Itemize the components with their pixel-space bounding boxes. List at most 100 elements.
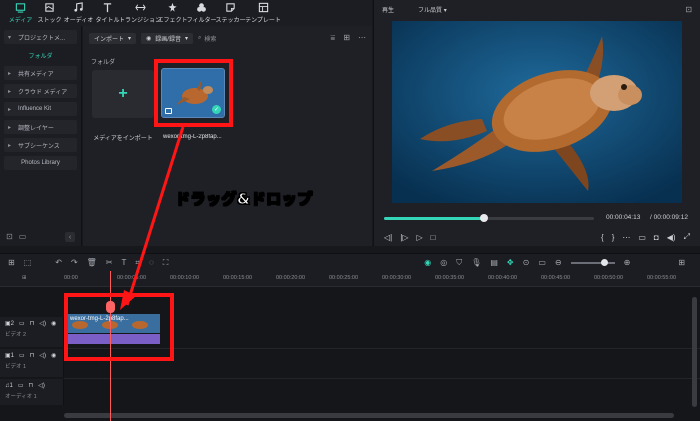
playback-scrubber[interactable] xyxy=(384,214,594,222)
grid-icon[interactable]: ⊞ xyxy=(8,258,15,267)
add-track-icon[interactable]: ⊞ xyxy=(22,275,27,281)
volume-icon[interactable]: ◁) xyxy=(39,320,46,327)
record-dropdown[interactable]: ◉ 録画/録音 ▾ xyxy=(141,32,193,44)
track-header-video-2: ▣2 ▭ ⊓ ◁) ◉ ビデオ 2 xyxy=(0,317,64,347)
lock-icon[interactable]: ⊓ xyxy=(29,382,34,389)
step-back-icon[interactable]: ◁| xyxy=(384,233,392,242)
tab-title[interactable]: タイトル xyxy=(93,0,122,26)
sidebar-item-shared-media[interactable]: ▸ 共有メディア xyxy=(4,66,77,80)
collapse-sidebar-button[interactable]: ‹ xyxy=(65,232,75,242)
volume-icon[interactable]: ◁) xyxy=(38,382,45,389)
select-tool-icon[interactable]: ⬚ xyxy=(24,258,32,267)
folder-icon[interactable]: ▭ xyxy=(19,232,27,242)
more-icon[interactable]: ⋯ xyxy=(358,33,366,43)
undo-icon[interactable]: ↶ xyxy=(55,258,62,267)
filter-icon xyxy=(197,3,206,12)
search-placeholder: 検索 xyxy=(204,36,217,43)
stop-icon[interactable]: □ xyxy=(431,233,436,242)
sidebar-item-subsequence[interactable]: ▸ サブシーケンス xyxy=(4,138,77,152)
tab-label: タイトル xyxy=(95,18,120,24)
zoom-slider[interactable] xyxy=(570,258,615,266)
audio-track-icon: ♫1 xyxy=(5,382,13,389)
zoom-in-icon[interactable]: ⊕ xyxy=(624,258,631,267)
filter-sort-icon[interactable]: ⩸ xyxy=(330,33,335,43)
camera-icon[interactable]: ◘ xyxy=(654,233,659,242)
crop-icon[interactable]: ⌗ xyxy=(135,258,140,268)
tab-template[interactable]: テンプレート xyxy=(245,0,281,26)
scrubber-handle[interactable] xyxy=(479,214,488,222)
timeline-ruler[interactable]: ⊞ 00:00 00:00:05:00 00:00:10:00 00:00:15:00… xyxy=(0,271,700,287)
new-folder-icon[interactable]: ⊡ xyxy=(6,232,13,242)
eye-icon[interactable]: ◉ xyxy=(51,352,56,359)
mask-icon[interactable]: ◌ xyxy=(149,258,154,267)
tab-media[interactable]: メディア xyxy=(6,0,35,26)
sidebar-footer: ⊡ ▭ ‹ xyxy=(6,232,75,242)
ruler-tick-label: 00:00:30:00 xyxy=(382,275,412,281)
mic-icon[interactable]: 🎙 xyxy=(471,258,481,267)
delete-icon[interactable]: 🗑 xyxy=(87,258,97,267)
sidebar-item-project[interactable]: ▾ プロジェクトメ... xyxy=(4,30,77,44)
lock-icon[interactable]: ⊓ xyxy=(30,352,35,359)
volume-icon[interactable]: ◁) xyxy=(39,352,46,359)
tab-transition[interactable]: トランジション xyxy=(119,0,161,26)
folder-icon[interactable]: ▭ xyxy=(18,382,24,389)
text-icon[interactable]: T xyxy=(122,258,127,267)
snap-icon[interactable]: ✥ xyxy=(507,258,514,267)
plus-icon: + xyxy=(118,85,128,102)
tab-sticker[interactable]: ステッカー xyxy=(216,0,246,26)
marker-icon[interactable]: ◎ xyxy=(440,258,447,267)
music-icon xyxy=(74,2,83,12)
mark-in-icon[interactable]: { xyxy=(601,233,604,242)
fullscreen-icon[interactable]: ⤢ xyxy=(684,232,690,242)
lock-icon[interactable]: ⊓ xyxy=(30,320,35,327)
ruler-tick-label: 00:00:15:00 xyxy=(223,275,253,281)
horizontal-scrollbar[interactable] xyxy=(64,413,674,418)
tab-filter[interactable]: フィルター xyxy=(187,0,216,26)
step-forward-icon[interactable]: |▷ xyxy=(400,233,408,242)
tab-stock[interactable]: ストック xyxy=(35,0,64,26)
sidebar-item-adjustment-layer[interactable]: ▸ 調整レイヤー xyxy=(4,120,77,134)
timeline-settings-icon[interactable]: ⊞ xyxy=(678,258,685,267)
import-dropdown[interactable]: インポート ▾ xyxy=(89,32,137,44)
ruler-tick-label: 00:00:05:00 xyxy=(117,275,147,281)
subtitle-icon[interactable]: ▭ xyxy=(538,258,546,267)
sidebar-item-photos-library[interactable]: Photos Library xyxy=(4,156,77,170)
play-icon[interactable]: ▷ xyxy=(416,233,422,242)
search-field[interactable]: ⌕ 検索 xyxy=(198,34,216,43)
sidebar-item-cloud-media[interactable]: ▸ クラウド メディア xyxy=(4,84,77,98)
display-icon[interactable]: ▭ xyxy=(638,233,646,242)
import-media-tile[interactable]: + xyxy=(92,70,154,118)
speed-icon[interactable]: ⊙ xyxy=(523,258,530,267)
zoom-handle[interactable] xyxy=(600,258,608,266)
volume-icon[interactable]: ◀) xyxy=(667,233,676,242)
folder-icon[interactable]: ▭ xyxy=(19,320,25,327)
vertical-scrollbar[interactable] xyxy=(692,297,697,407)
split-icon[interactable]: ✂ xyxy=(106,258,113,267)
ruler-tick-label: 00:00:10:00 xyxy=(170,275,200,281)
transform-icon[interactable]: ⛶ xyxy=(163,258,169,268)
chevron-right-icon: ▸ xyxy=(8,70,12,77)
sticker-icon xyxy=(226,3,235,12)
sticker-add-icon[interactable]: ▤ xyxy=(490,258,498,267)
zoom-out-icon[interactable]: ⊖ xyxy=(555,258,562,267)
tab-audio[interactable]: オーディオ xyxy=(64,0,93,26)
track-header-video-1: ▣1 ▭ ⊓ ◁) ◉ ビデオ 1 xyxy=(0,349,64,377)
effect-icon xyxy=(168,2,177,12)
sidebar-item-influence-kit[interactable]: ▸ Influence Kit xyxy=(4,102,77,116)
sidebar-item-folder[interactable]: フォルダ xyxy=(4,48,77,62)
mark-out-icon[interactable]: } xyxy=(612,233,615,242)
more-options-icon[interactable]: ⋯ xyxy=(622,233,630,242)
import-label: インポート xyxy=(94,36,125,43)
redo-icon[interactable]: ↷ xyxy=(71,258,78,267)
grid-view-icon[interactable]: ⊞ xyxy=(343,33,350,43)
quality-dropdown[interactable]: フル品質 ▾ xyxy=(418,5,447,14)
ruler-tick-label: 00:00:40:00 xyxy=(488,275,518,281)
snapshot-icon[interactable]: ⊡ xyxy=(685,5,692,14)
auto-ripple-icon[interactable]: ◉ xyxy=(424,258,431,267)
eye-icon[interactable]: ◉ xyxy=(51,320,56,327)
tab-effect[interactable]: エフェクト xyxy=(158,0,188,26)
shield-icon[interactable]: ⛉ xyxy=(456,258,462,268)
chevron-down-icon: ▾ xyxy=(128,35,132,42)
ruler-tick-label: 00:00:20:00 xyxy=(276,275,306,281)
folder-icon[interactable]: ▭ xyxy=(19,352,25,359)
